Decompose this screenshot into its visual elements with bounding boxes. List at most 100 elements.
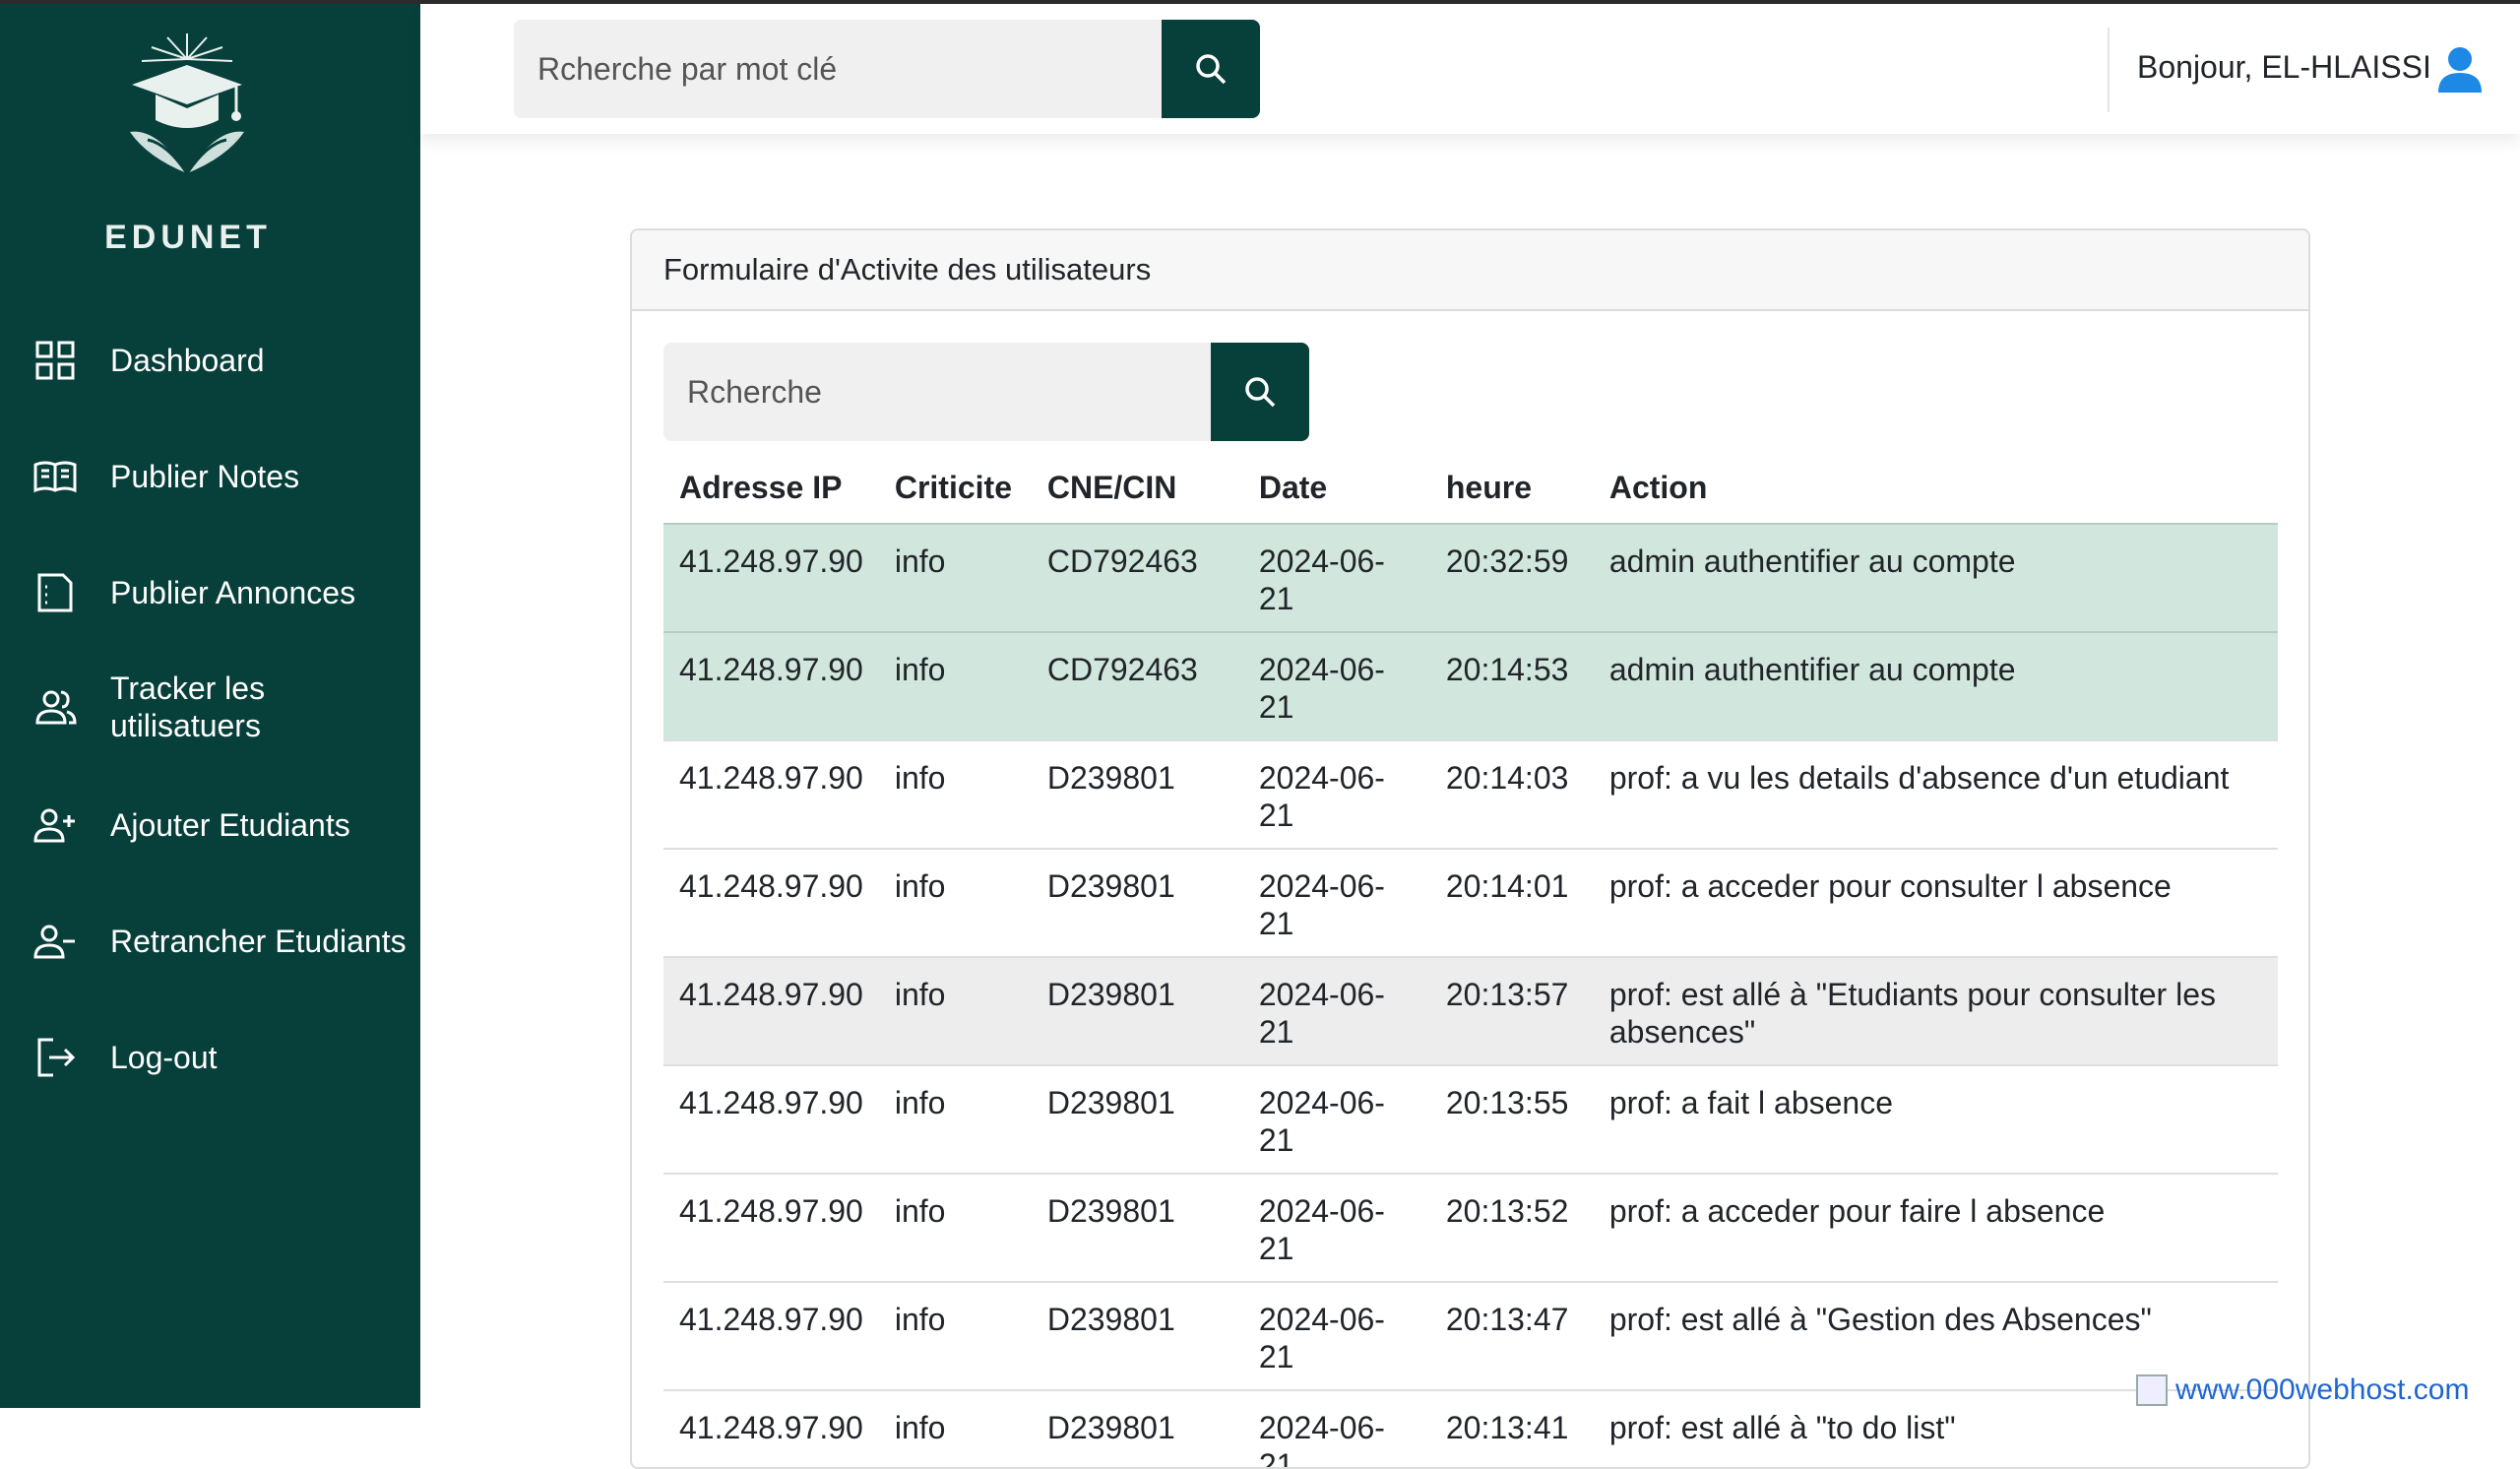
users-icon (32, 683, 79, 731)
cell-action: admin authentifier au compte (1593, 523, 2278, 632)
global-search (514, 20, 1260, 118)
sidebar-item-retrancher-etudiants[interactable]: Retrancher Etudiants (0, 916, 420, 967)
cell-ip: 41.248.97.90 (663, 739, 879, 849)
top-header: Bonjour, EL-HLAISSI (420, 4, 2520, 134)
column-header-ip: Adresse IP (679, 470, 843, 505)
cell-cne: D239801 (1031, 1281, 1243, 1390)
sidebar-item-dashboard[interactable]: Dashboard (0, 335, 420, 386)
cell-cne: D239801 (1031, 848, 1243, 957)
cell-date: 2024-06- 21 (1242, 1173, 1430, 1282)
cell-date: 2024-06- 21 (1242, 523, 1430, 632)
table-header-row: Adresse IP Criticite CNE/CIN Date heure … (663, 453, 2278, 524)
cell-cne: D239801 (1031, 1173, 1243, 1282)
sidebar-item-publier-notes[interactable]: Publier Notes (0, 451, 420, 502)
cell-criticite: info (878, 1281, 1032, 1390)
book-open-icon (32, 453, 79, 500)
cell-criticite: info (878, 956, 1032, 1065)
cell-heure: 20:13:55 (1429, 1064, 1594, 1174)
cell-cne: CD792463 (1031, 523, 1243, 632)
cell-action: admin authentifier au compte (1593, 631, 2278, 740)
global-search-button[interactable] (1162, 20, 1260, 118)
cell-cne: D239801 (1031, 1064, 1243, 1174)
cell-criticite: info (878, 1064, 1032, 1174)
table-search (663, 343, 1309, 441)
cell-cne: D239801 (1031, 1389, 1243, 1467)
cell-date: 2024-06- 21 (1242, 848, 1430, 957)
document-icon (32, 569, 79, 616)
cell-heure: 20:14:01 (1429, 848, 1594, 957)
cell-cne: D239801 (1031, 956, 1243, 1065)
cell-date: 2024-06- 21 (1242, 631, 1430, 740)
card-title: Formulaire d'Activite des utilisateurs (632, 230, 2308, 311)
user-add-icon (32, 801, 79, 849)
cell-criticite: info (878, 1389, 1032, 1467)
sidebar-item-logout[interactable]: Log-out (0, 1032, 420, 1083)
cell-heure: 20:13:47 (1429, 1281, 1594, 1390)
sidebar-item-publier-annonces[interactable]: Publier Annonces (0, 567, 420, 618)
table-search-button[interactable] (1211, 343, 1309, 441)
host-badge[interactable]: www.000webhost.com (2136, 1373, 2520, 1408)
cell-action: prof: a fait l absence (1593, 1064, 2278, 1174)
cell-criticite: info (878, 631, 1032, 740)
cell-ip: 41.248.97.90 (663, 956, 879, 1065)
cell-criticite: info (878, 523, 1032, 632)
sidebar-item-label: Retrancher Etudiants (110, 924, 407, 959)
header-divider (2108, 28, 2110, 112)
cell-heure: 20:14:53 (1429, 631, 1594, 740)
column-header-action: Action (1608, 470, 1708, 505)
column-header-date: Date (1258, 470, 1328, 505)
table-row: 41.248.97.90 info D239801 2024-06- 21 20:13:5… (663, 956, 2278, 1065)
table-row: 41.248.97.90 info D239801 2024-06- 21 20:13:5… (663, 1064, 2278, 1174)
cell-action: prof: est allé à "Etudiants pour consult… (1593, 956, 2278, 1065)
cell-date: 2024-06- 21 (1242, 1281, 1430, 1390)
table-row: 41.248.97.90 info D239801 2024-06- 21 20:13:4… (663, 1389, 2278, 1467)
cell-action: prof: a acceder pour faire l absence (1593, 1173, 2278, 1282)
cell-ip: 41.248.97.90 (663, 1281, 879, 1390)
global-search-input[interactable] (514, 20, 1162, 118)
search-icon (1245, 377, 1276, 408)
user-remove-icon (32, 918, 79, 965)
user-avatar-icon[interactable] (2434, 43, 2486, 95)
table-search-input[interactable] (663, 343, 1211, 441)
sidebar-item-tracker[interactable]: Tracker les utilisatuers (0, 668, 420, 746)
cell-date: 2024-06- 21 (1242, 1389, 1430, 1467)
sidebar-item-ajouter-etudiants[interactable]: Ajouter Etudiants (0, 799, 420, 851)
cell-date: 2024-06- 21 (1242, 956, 1430, 1065)
cell-ip: 41.248.97.90 (663, 1389, 879, 1467)
cell-heure: 20:13:52 (1429, 1173, 1594, 1282)
sidebar-item-label: Ajouter Etudiants (110, 807, 350, 843)
cell-heure: 20:14:03 (1429, 739, 1594, 849)
sidebar-item-label: Log-out (110, 1040, 218, 1075)
window-top-border (0, 0, 2520, 4)
search-icon (1196, 54, 1227, 85)
cell-date: 2024-06- 21 (1242, 1064, 1430, 1174)
table-row: 41.248.97.90 info CD792463 2024-06- 21 20:32:… (663, 523, 2278, 632)
table-row: 41.248.97.90 info D239801 2024-06- 21 20:13:4… (663, 1281, 2278, 1390)
cell-ip: 41.248.97.90 (663, 1173, 879, 1282)
logout-icon (32, 1034, 79, 1081)
cell-criticite: info (878, 1173, 1032, 1282)
sidebar-item-label: Publier Notes (110, 459, 300, 494)
cell-heure: 20:32:59 (1429, 523, 1594, 632)
sidebar-item-label: Publier Annonces (110, 575, 356, 610)
cell-ip: 41.248.97.90 (663, 523, 879, 632)
column-header-heure: heure (1445, 470, 1532, 505)
broken-image-icon (2136, 1374, 2168, 1406)
cell-date: 2024-06- 21 (1242, 739, 1430, 849)
dashboard-grid-icon (32, 337, 79, 384)
cell-action: prof: a acceder pour consulter l absence (1593, 848, 2278, 957)
host-badge-text: www.000webhost.com (2175, 1373, 2470, 1406)
cell-cne: D239801 (1031, 739, 1243, 849)
cell-ip: 41.248.97.90 (663, 848, 879, 957)
cell-ip: 41.248.97.90 (663, 631, 879, 740)
cell-criticite: info (878, 848, 1032, 957)
cell-ip: 41.248.97.90 (663, 1064, 879, 1174)
table-row: 41.248.97.90 info D239801 2024-06- 21 20:14:0… (663, 848, 2278, 957)
activity-table: Adresse IP Criticite CNE/CIN Date heure … (663, 453, 2278, 1467)
user-greeting: Bonjour, EL-HLAISSI (2137, 49, 2431, 85)
table-row: 41.248.97.90 info D239801 2024-06- 21 20:13:5… (663, 1173, 2278, 1282)
sidebar-item-label: Dashboard (110, 343, 265, 378)
column-header-cne: CNE/CIN (1046, 470, 1177, 505)
cell-criticite: info (878, 739, 1032, 849)
edunet-logo-icon (108, 30, 266, 177)
